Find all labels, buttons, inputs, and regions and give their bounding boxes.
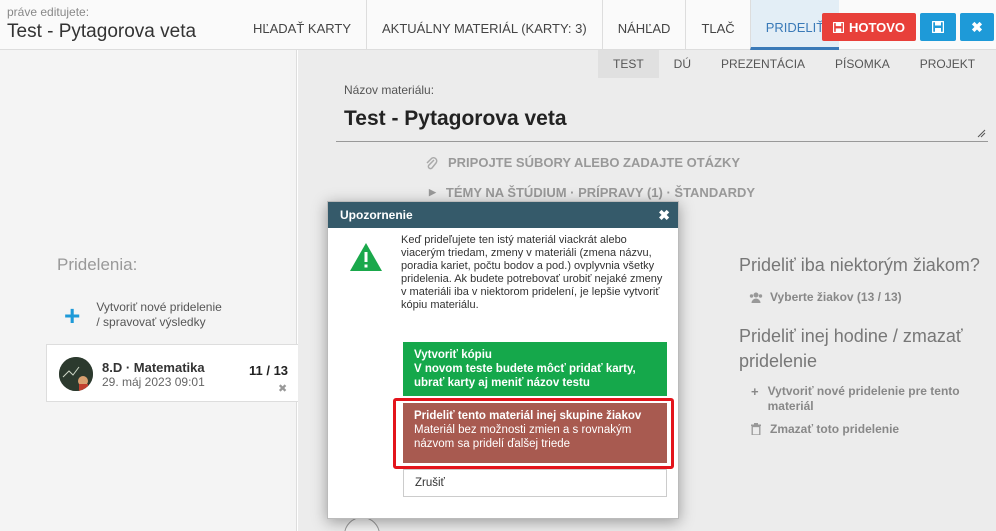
- class-avatar: [59, 357, 93, 391]
- top-bar: práve editujete: Test - Pytagorova veta …: [0, 0, 996, 50]
- material-name-label: Názov materiálu:: [344, 83, 435, 97]
- top-nav: HĽADAŤ KARTY AKTUÁLNY MATERIÁL (KARTY: 3…: [238, 0, 840, 50]
- assignments-title: Pridelenia:: [57, 255, 138, 274]
- done-label: HOTOVO: [848, 19, 906, 35]
- topics-label: TÉMY NA ŠTÚDIUM · PRÍPRAVY (1) · ŠTANDAR…: [445, 185, 756, 200]
- save-button[interactable]: [920, 13, 956, 41]
- card-class-name: 8.D · Matematika: [102, 360, 205, 375]
- new-assignment-for-material-link[interactable]: + Vytvoriť nové pridelenie pre tento mat…: [751, 384, 960, 414]
- modal-close-icon[interactable]: ✖: [658, 207, 670, 224]
- plus-icon: +: [751, 384, 759, 399]
- new-for-material-line2: materiál: [767, 399, 814, 413]
- nav-current-material[interactable]: AKTUÁLNY MATERIÁL (KARTY: 3): [366, 0, 602, 50]
- add-circle-button[interactable]: [344, 517, 380, 531]
- save-icon: [832, 21, 844, 33]
- card-date: 29. máj 2023 09:01: [102, 375, 205, 389]
- attach-label: PRIPOJTE SÚBORY ALEBO ZADAJTE OTÁZKY: [448, 155, 741, 170]
- warning-icon: [350, 243, 382, 271]
- assignment-card[interactable]: 8.D · Matematika 29. máj 2023 09:01 11 /…: [46, 344, 298, 402]
- close-icon: ✖: [971, 18, 983, 35]
- remove-icon[interactable]: ✖: [278, 382, 287, 395]
- left-panel: Pridelenia: + Vytvoriť nové pridelenie /…: [0, 50, 298, 531]
- assign-some-heading: Prideliť iba niektorým žiakom?: [739, 255, 980, 275]
- caret-right-icon: ▶: [429, 187, 436, 197]
- new-assignment-link[interactable]: + Vytvoriť nové pridelenie / spravovať v…: [64, 300, 222, 330]
- users-icon: [749, 292, 763, 303]
- assign-other-heading: Prideliť inej hodine / zmazať pridelenie: [739, 326, 963, 371]
- new-assign-line2: / spravovať výsledky: [96, 315, 206, 329]
- select-students-link[interactable]: Vyberte žiakov (13 / 13): [749, 290, 902, 304]
- cancel-option[interactable]: Zrušiť: [403, 469, 667, 497]
- tab-homework[interactable]: DÚ: [659, 50, 706, 78]
- tab-project[interactable]: PROJEKT: [905, 50, 990, 78]
- trash-icon: [751, 423, 761, 435]
- topics-link[interactable]: ▶ TÉMY NA ŠTÚDIUM · PRÍPRAVY (1) · ŠTAND…: [429, 185, 755, 200]
- material-type-tabs: TEST DÚ PREZENTÁCIA PÍSOMKA PROJEKT: [598, 50, 990, 78]
- create-copy-option[interactable]: Vytvoriť kópiu V novom teste budete môcť…: [403, 342, 667, 396]
- editing-title: Test - Pytagorova veta: [7, 21, 197, 42]
- modal-title: Upozornenie: [340, 208, 413, 222]
- tab-test[interactable]: TEST: [598, 50, 659, 78]
- done-button[interactable]: HOTOVO: [822, 13, 916, 41]
- close-button[interactable]: ✖: [960, 13, 994, 41]
- floppy-icon: [932, 21, 944, 33]
- plus-icon: +: [64, 300, 81, 331]
- warning-modal: Upozornenie ✖ Keď prideľujete ten istý m…: [327, 201, 679, 519]
- create-copy-title: Vytvoriť kópiu: [414, 349, 492, 361]
- new-assign-line1: Vytvoriť nové pridelenie: [96, 300, 222, 314]
- delete-assign-label: Zmazať toto pridelenie: [770, 422, 900, 436]
- delete-assignment-link[interactable]: Zmazať toto pridelenie: [751, 422, 899, 436]
- select-students-label: Vyberte žiakov (13 / 13): [770, 290, 902, 304]
- attach-files-link[interactable]: PRIPOJTE SÚBORY ALEBO ZADAJTE OTÁZKY: [425, 155, 740, 170]
- resize-grip-icon[interactable]: [976, 128, 986, 138]
- card-count: 11 / 13: [249, 363, 289, 378]
- new-for-material-line1: Vytvoriť nové pridelenie pre tento: [767, 384, 960, 398]
- modal-message: Keď prideľujete ten istý materiál viackr…: [401, 234, 663, 311]
- paperclip-icon: [426, 156, 438, 169]
- nav-preview[interactable]: NÁHĽAD: [601, 0, 686, 50]
- nav-find-cards[interactable]: HĽADAŤ KARTY: [238, 0, 366, 50]
- create-copy-desc: V novom teste budete môcť pridať karty, …: [414, 363, 636, 389]
- nav-print[interactable]: TLAČ: [685, 0, 749, 50]
- editing-label: práve editujete:: [7, 5, 90, 19]
- modal-header: Upozornenie ✖: [328, 202, 678, 228]
- tab-presentation[interactable]: PREZENTÁCIA: [706, 50, 820, 78]
- material-name-input[interactable]: [336, 96, 988, 142]
- highlight-frame: [393, 398, 674, 469]
- tab-written-exam[interactable]: PÍSOMKA: [820, 50, 905, 78]
